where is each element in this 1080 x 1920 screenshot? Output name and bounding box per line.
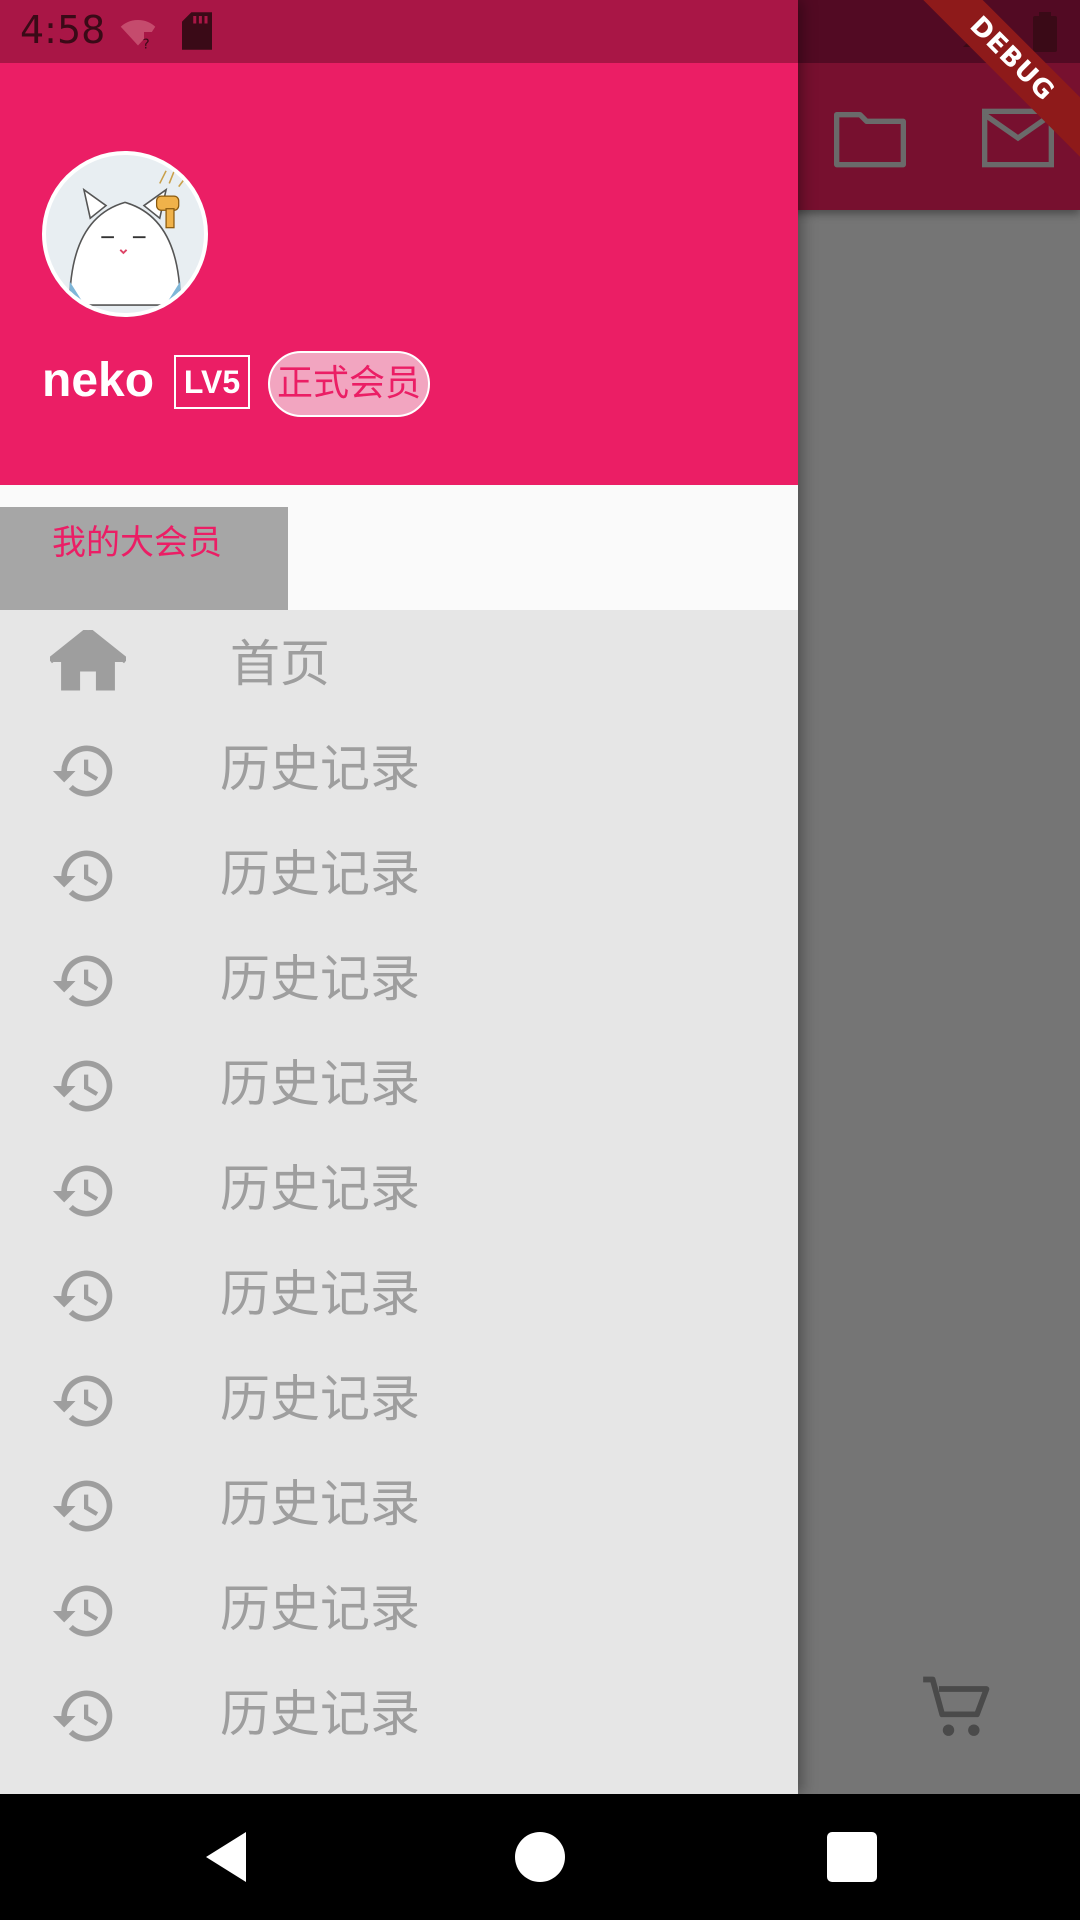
menu-label: 历史记录 <box>220 1685 420 1743</box>
history-icon <box>50 1472 118 1540</box>
menu-item-history[interactable]: 历史记录 <box>0 925 798 1030</box>
history-icon <box>50 1052 118 1120</box>
menu-item-history[interactable]: 历史记录 <box>0 1030 798 1135</box>
home-circle-icon[interactable] <box>510 1827 570 1887</box>
recents-icon[interactable] <box>822 1827 882 1887</box>
status-time: 4:58 <box>20 8 106 52</box>
menu-item-history[interactable]: 历史记录 <box>0 715 798 820</box>
menu-label: 历史记录 <box>220 1055 420 1113</box>
cart-icon[interactable] <box>920 1670 996 1746</box>
drawer-menu: 首页 历史记录 历史记录 历史记录 历史记录 历史记录 历史记录 历史记录 历史… <box>0 610 798 1794</box>
history-icon <box>50 1577 118 1645</box>
system-nav-bar <box>0 1794 1080 1920</box>
history-icon <box>50 737 118 805</box>
menu-item-history[interactable]: 历史记录 <box>0 1450 798 1555</box>
menu-label: 历史记录 <box>220 1475 420 1533</box>
status-bar: 4:58 ? <box>0 0 798 63</box>
menu-item-history[interactable]: 历史记录 <box>0 1135 798 1240</box>
menu-label: 历史记录 <box>220 1580 420 1638</box>
menu-label: 历史记录 <box>220 845 420 903</box>
menu-item-home[interactable]: 首页 <box>0 610 798 715</box>
history-icon <box>50 947 118 1015</box>
history-icon <box>50 1682 118 1750</box>
menu-label: 历史记录 <box>220 740 420 798</box>
avatar[interactable] <box>42 151 208 317</box>
drawer-header: neko LV5 正式会员 <box>0 63 798 485</box>
menu-label: 历史记录 <box>220 950 420 1008</box>
menu-label: 首页 <box>230 635 330 693</box>
history-icon <box>50 1367 118 1435</box>
menu-item-history[interactable]: 历史记录 <box>0 1660 798 1765</box>
navigation-drawer: 4:58 ? neko LV5 正式会员 我的大会员 首页 历史记录 历史记录 … <box>0 0 798 1794</box>
battery-icon <box>1030 12 1060 52</box>
menu-item-history[interactable]: 历史记录 <box>0 1555 798 1660</box>
menu-item-history[interactable]: 历史记录 <box>0 820 798 925</box>
membership-badge: 正式会员 <box>268 351 430 417</box>
menu-item-history[interactable]: 历史记录 <box>0 1345 798 1450</box>
sd-card-icon <box>182 12 212 50</box>
vip-area: 我的大会员 <box>0 485 798 610</box>
back-icon[interactable] <box>196 1827 256 1887</box>
history-icon <box>50 1787 118 1794</box>
menu-label: 历史记录 <box>220 1370 420 1428</box>
my-vip-button[interactable]: 我的大会员 <box>0 507 288 610</box>
menu-label: 历史记录 <box>220 1265 420 1323</box>
wifi-unknown-icon: ? <box>120 14 156 53</box>
menu-label: 历史记录 <box>220 1160 420 1218</box>
svg-text:?: ? <box>143 37 150 51</box>
history-icon <box>50 842 118 910</box>
history-icon <box>50 1157 118 1225</box>
menu-item-history[interactable]: 历史记录 <box>0 1240 798 1345</box>
screen: DEBUG 4:58 ? neko LV5 正式会员 我的大会员 首页 历史记录… <box>0 0 1080 1920</box>
level-badge: LV5 <box>174 355 250 409</box>
folder-icon[interactable] <box>830 98 910 178</box>
menu-item-partial[interactable] <box>0 1765 798 1794</box>
user-name: neko <box>42 354 155 407</box>
history-icon <box>50 1262 118 1330</box>
home-icon <box>48 627 128 694</box>
my-vip-label: 我的大会员 <box>52 523 222 563</box>
